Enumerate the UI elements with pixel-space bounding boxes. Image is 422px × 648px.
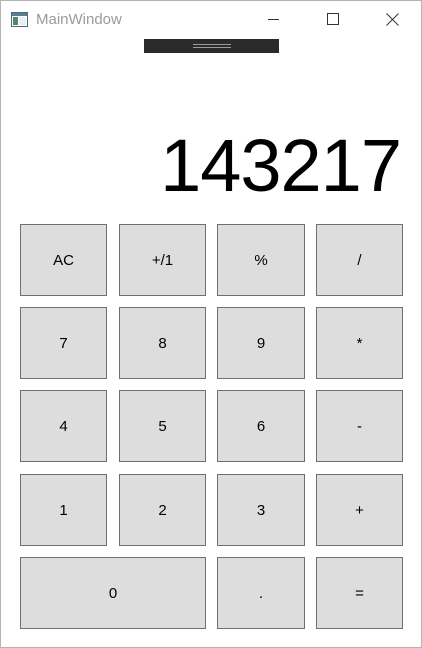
add-button[interactable]: +: [316, 474, 403, 546]
clear-button[interactable]: AC: [20, 224, 107, 296]
divide-button[interactable]: /: [316, 224, 403, 296]
maximize-button[interactable]: [304, 1, 362, 37]
percent-button[interactable]: %: [217, 224, 305, 296]
equals-button[interactable]: =: [316, 557, 403, 629]
digit-8-button[interactable]: 8: [119, 307, 206, 379]
maximize-icon: [327, 13, 339, 25]
main-window: MainWindow 143217 AC +/1 % / 7 8 9 * 4 5…: [0, 0, 422, 648]
digit-1-button[interactable]: 1: [20, 474, 107, 546]
digit-4-button[interactable]: 4: [20, 390, 107, 462]
digit-7-button[interactable]: 7: [20, 307, 107, 379]
digit-6-button[interactable]: 6: [217, 390, 305, 462]
window-app-icon: [11, 12, 28, 27]
digit-9-button[interactable]: 9: [217, 307, 305, 379]
plus-minus-button[interactable]: +/1: [119, 224, 206, 296]
result-display: 143217: [160, 124, 402, 207]
decimal-button[interactable]: .: [217, 557, 305, 629]
digit-3-button[interactable]: 3: [217, 474, 305, 546]
digit-5-button[interactable]: 5: [119, 390, 206, 462]
title-bar[interactable]: MainWindow: [1, 1, 421, 37]
close-icon: [385, 12, 399, 26]
grip-line: [193, 47, 231, 48]
grip-line: [193, 44, 231, 45]
digit-2-button[interactable]: 2: [119, 474, 206, 546]
digit-0-button[interactable]: 0: [20, 557, 206, 629]
minimize-icon: [268, 19, 279, 20]
minimize-button[interactable]: [245, 1, 303, 37]
subtract-button[interactable]: -: [316, 390, 403, 462]
window-title: MainWindow: [36, 11, 122, 28]
close-button[interactable]: [363, 1, 421, 37]
multiply-button[interactable]: *: [316, 307, 403, 379]
drag-handle-bar[interactable]: [144, 39, 279, 53]
